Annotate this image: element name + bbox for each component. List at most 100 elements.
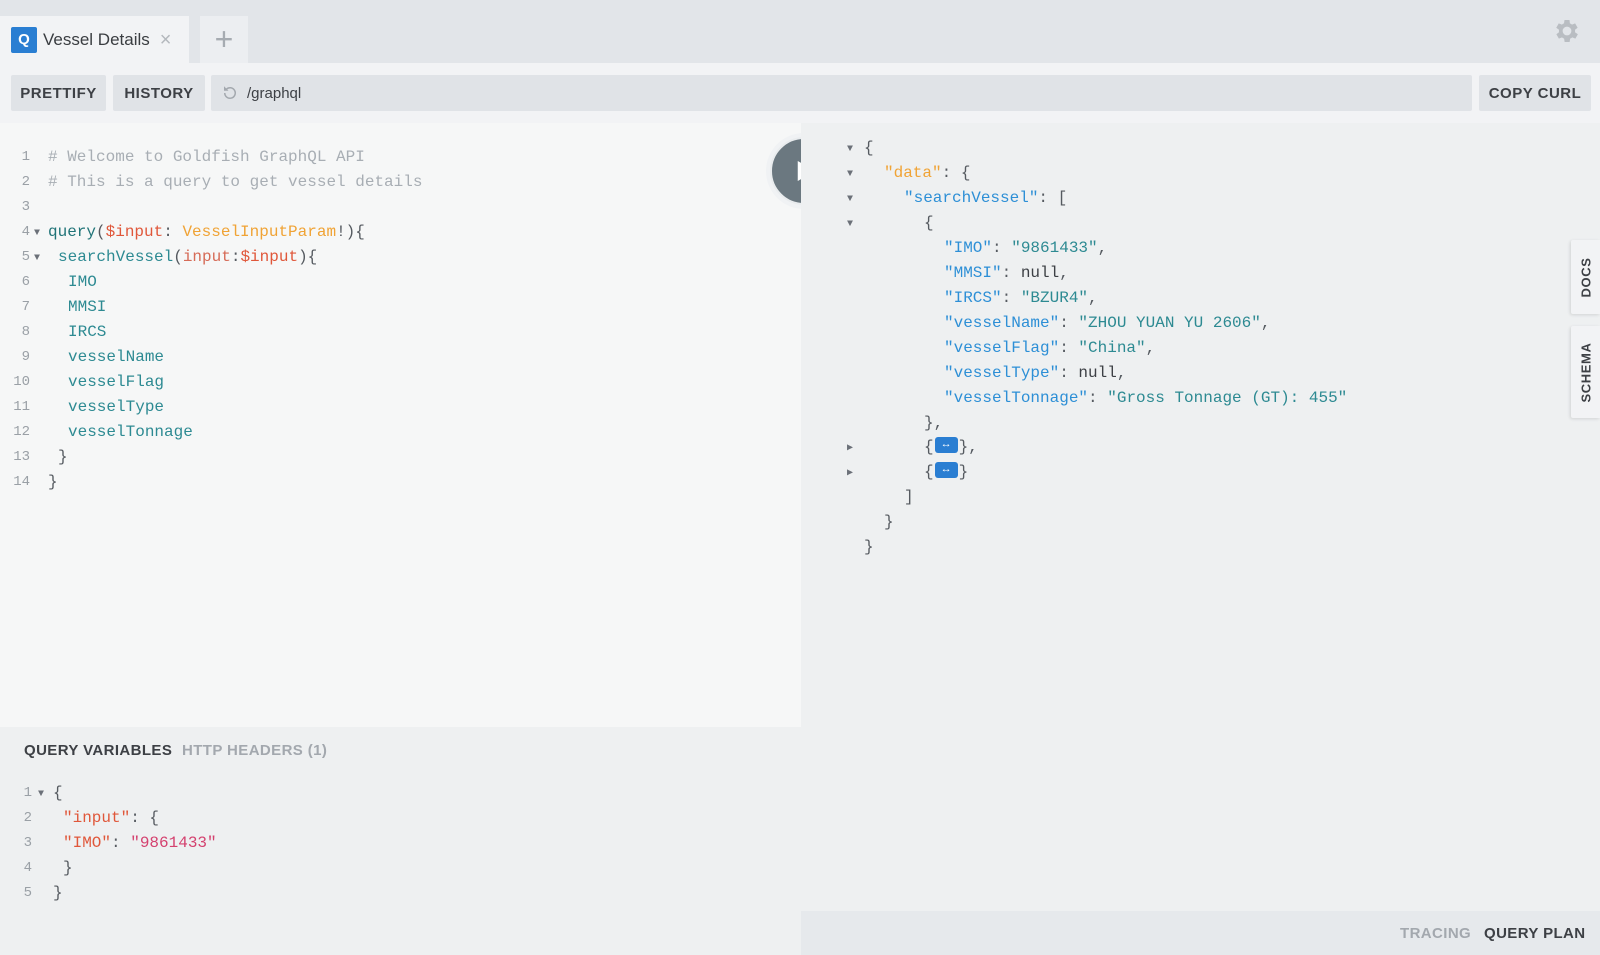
code-brace: } <box>53 884 63 902</box>
line-number: 1 <box>21 149 30 165</box>
endpoint-text: /graphql <box>247 84 302 102</box>
json-string: "BZUR4" <box>1020 289 1089 307</box>
query-editor[interactable]: 1 2 3 4 5 6 7 8 9 10 11 12 13 14 ▼ ▼ # W… <box>0 123 801 727</box>
json-key: "vesselTonnage" <box>944 389 1089 407</box>
json-key: "input" <box>63 809 131 827</box>
line-number: 6 <box>21 274 30 290</box>
line-number: 3 <box>21 199 30 215</box>
results-pane: ▼ { ▼ "data": { ▼ "searchVessel": [ ▼ { … <box>801 123 1600 955</box>
result-row: "IMO": "9861433", <box>944 239 1108 257</box>
docs-tab-label: DOCS <box>1578 257 1593 297</box>
code-field: IRCS <box>68 323 107 341</box>
code-brace: { <box>924 214 934 232</box>
line-number: 11 <box>13 399 30 415</box>
add-tab-button[interactable]: + <box>200 16 248 63</box>
tab-http-headers[interactable]: HTTP HEADERS (1) <box>182 742 327 759</box>
collapsed-object: {↔}, <box>924 437 978 456</box>
result-row: "vesselName": "ZHOU YUAN YU 2606", <box>944 314 1271 332</box>
copy-curl-button[interactable]: COPY CURL <box>1479 75 1591 111</box>
code-brace: } <box>884 513 894 531</box>
tab-bar: Q Vessel Details × + <box>0 0 1600 63</box>
fold-arrow-icon[interactable]: ▼ <box>34 221 40 246</box>
code-type: VesselInputParam <box>182 223 337 241</box>
result-row: "vesselFlag": "China", <box>944 339 1156 357</box>
code-bracket: ] <box>904 488 914 506</box>
json-string: "9861433" <box>1011 239 1098 257</box>
expand-arrow-icon[interactable]: ▶ <box>847 461 853 486</box>
close-icon[interactable]: × <box>160 30 172 50</box>
code-field: IMO <box>68 273 97 291</box>
expand-object-button[interactable]: ↔ <box>934 437 958 454</box>
code-brace: { <box>864 139 874 157</box>
result-row: "vesselType": null, <box>944 364 1127 382</box>
json-string: "9861433" <box>130 834 217 852</box>
line-number: 9 <box>21 349 30 365</box>
tab-title: Vessel Details <box>43 29 150 49</box>
tracing-button[interactable]: TRACING <box>1400 925 1471 942</box>
json-key: "IRCS" <box>944 289 1002 307</box>
code-field: vesselName <box>68 348 165 366</box>
fold-arrow-icon[interactable]: ▼ <box>847 162 853 187</box>
fold-arrow-icon[interactable]: ▼ <box>847 187 853 212</box>
query-plan-button[interactable]: QUERY PLAN <box>1484 925 1586 942</box>
expand-arrow-icon[interactable]: ▶ <box>847 436 853 461</box>
tab-vessel-details[interactable]: Q Vessel Details × <box>0 16 189 63</box>
line-number: 3 <box>23 835 32 851</box>
reload-icon[interactable] <box>221 84 239 102</box>
docs-tab[interactable]: DOCS <box>1571 240 1600 314</box>
line-number: 13 <box>13 449 30 465</box>
line-number: 12 <box>13 424 30 440</box>
code-variable: $input <box>105 223 164 241</box>
code-variable: $input <box>240 248 299 266</box>
code-argument: input <box>182 248 231 266</box>
code-keyword: query <box>48 223 97 241</box>
json-null: null <box>1078 364 1117 382</box>
code-brace: } <box>58 448 68 466</box>
endpoint-input[interactable]: /graphql <box>211 75 1472 111</box>
prettify-button[interactable]: PRETTIFY <box>11 75 106 111</box>
code-field: vesselFlag <box>68 373 165 391</box>
fold-arrow-icon[interactable]: ▼ <box>847 212 853 237</box>
json-null: null <box>1020 264 1060 282</box>
json-key: "vesselName" <box>944 314 1060 332</box>
line-number: 5 <box>21 249 30 265</box>
schema-tab-label: SCHEMA <box>1578 342 1593 402</box>
code-line-search: searchVessel(input:$input){ <box>58 248 318 266</box>
toolbar: PRETTIFY HISTORY /graphql COPY CURL <box>0 63 1600 123</box>
json-string: "China" <box>1078 339 1146 357</box>
json-string: "ZHOU YUAN YU 2606" <box>1078 314 1261 332</box>
expand-object-button[interactable]: ↔ <box>934 462 958 479</box>
collapsed-object: {↔} <box>924 462 969 481</box>
gear-icon[interactable] <box>1552 16 1582 46</box>
line-number: 10 <box>13 374 30 390</box>
fold-arrow-icon[interactable]: ▼ <box>847 137 853 162</box>
json-key: "MMSI" <box>944 264 1002 282</box>
json-key: "IMO" <box>944 239 993 257</box>
fold-arrow-icon[interactable]: ▼ <box>38 782 44 807</box>
line-number: 2 <box>21 174 30 190</box>
line-number: 8 <box>21 324 30 340</box>
history-button[interactable]: HISTORY <box>113 75 205 111</box>
line-number: 4 <box>23 860 32 876</box>
fold-arrow-icon[interactable]: ▼ <box>34 246 40 271</box>
line-number: 14 <box>13 474 30 490</box>
tab-query-variables[interactable]: QUERY VARIABLES <box>24 742 172 759</box>
variables-line-imo: "IMO": "9861433" <box>63 834 217 852</box>
code-field: searchVessel <box>58 248 174 266</box>
code-comment: # This is a query to get vessel details <box>48 173 423 191</box>
variables-pane: QUERY VARIABLES HTTP HEADERS (1) 1 2 3 4… <box>0 727 801 955</box>
code-brace: } <box>864 538 874 556</box>
result-row: "IRCS": "BZUR4", <box>944 289 1098 307</box>
code-line-query: query($input: VesselInputParam!){ <box>48 223 365 241</box>
result-row: "vesselTonnage": "Gross Tonnage (GT): 45… <box>944 389 1348 407</box>
results-footer: TRACING QUERY PLAN <box>801 911 1600 955</box>
line-number: 2 <box>23 810 32 826</box>
line-number: 5 <box>23 885 32 901</box>
json-key: "vesselType" <box>944 364 1060 382</box>
code-brace: { <box>53 784 63 802</box>
code-field: MMSI <box>68 298 107 316</box>
schema-tab[interactable]: SCHEMA <box>1571 326 1600 418</box>
query-tab-icon: Q <box>11 26 37 53</box>
json-key: "searchVessel" <box>904 189 1039 207</box>
line-number: 4 <box>21 224 30 240</box>
